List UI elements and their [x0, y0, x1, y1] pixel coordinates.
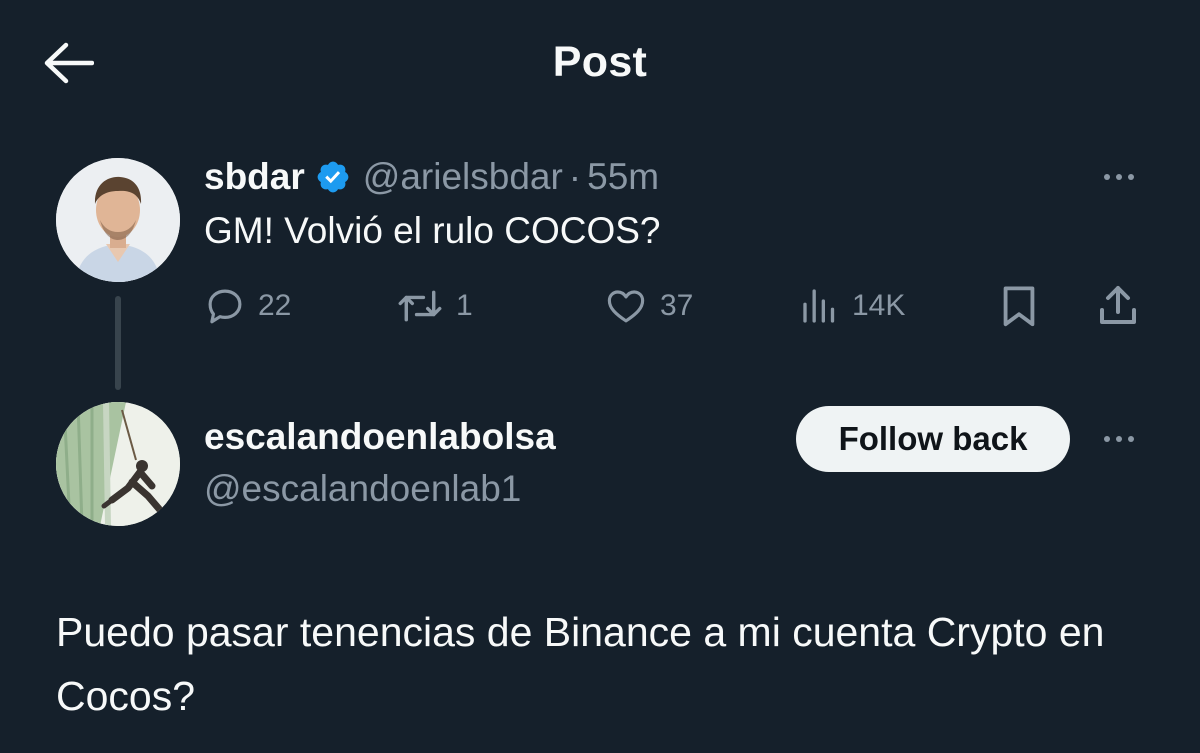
repost-button[interactable]: 1: [396, 280, 473, 332]
tweet-actions: 22 1 37 14K: [0, 280, 1200, 332]
avatar[interactable]: [56, 158, 180, 282]
more-dot: [1104, 436, 1110, 442]
reply-button[interactable]: 22: [204, 280, 291, 332]
analytics-icon: [803, 289, 835, 323]
heart-icon: [607, 290, 645, 323]
more-dot: [1128, 436, 1134, 442]
share-button[interactable]: [1094, 280, 1142, 332]
more-dot: [1116, 174, 1122, 180]
user-handle[interactable]: @escalandoenlab1: [204, 468, 521, 510]
timestamp[interactable]: 55m: [587, 156, 659, 198]
post-screen: Post sbdar @arielsbdar · 55m GM! Volvió …: [0, 0, 1200, 753]
separator-dot: ·: [568, 156, 582, 197]
more-dot: [1104, 174, 1110, 180]
page-title: Post: [552, 38, 648, 86]
display-name[interactable]: escalandoenlabolsa: [204, 416, 556, 458]
tweet-text: GM! Volvió el rulo COCOS?: [204, 210, 661, 251]
reply-count: 22: [258, 289, 292, 322]
user-handle[interactable]: @arielsbdar: [363, 156, 563, 198]
more-dot: [1128, 174, 1134, 180]
display-name[interactable]: sbdar: [204, 156, 305, 198]
reply-text: Puedo pasar tenencias de Binance a mi cu…: [56, 609, 1105, 719]
tweet-header: sbdar @arielsbdar · 55m: [204, 152, 659, 202]
repost-icon: [398, 290, 442, 322]
share-icon: [1100, 286, 1136, 324]
more-options-button[interactable]: [1097, 424, 1141, 454]
like-count: 37: [660, 289, 694, 322]
more-options-button[interactable]: [1097, 162, 1141, 192]
bookmark-button[interactable]: [996, 280, 1042, 332]
follow-back-button[interactable]: Follow back: [796, 406, 1070, 472]
profile-photo: [56, 402, 180, 526]
avatar[interactable]: [56, 402, 180, 526]
more-dot: [1116, 436, 1122, 442]
reply-icon: [208, 289, 242, 324]
profile-photo: [56, 158, 180, 282]
repost-count: 1: [456, 289, 473, 322]
view-count: 14K: [852, 289, 906, 322]
verified-badge-icon: [315, 159, 351, 195]
bookmark-icon: [1003, 286, 1035, 327]
views-button[interactable]: 14K: [800, 280, 905, 332]
like-button[interactable]: 37: [604, 280, 693, 332]
